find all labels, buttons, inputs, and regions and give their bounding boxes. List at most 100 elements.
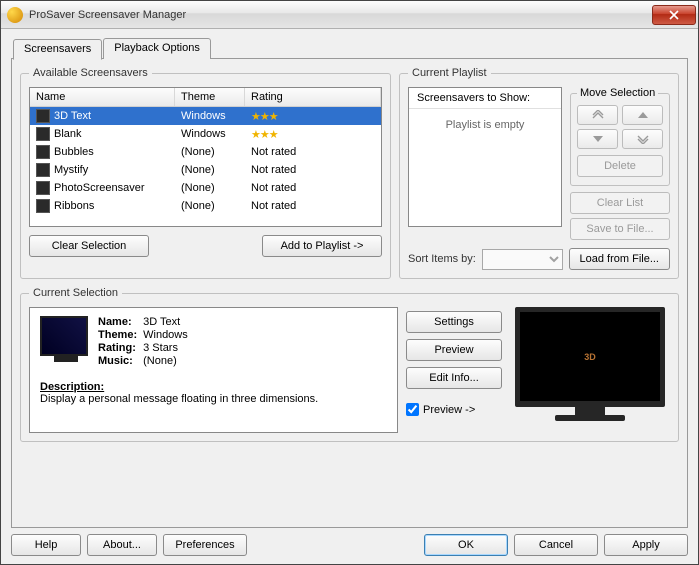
tab-panel-screensavers: Available Screensavers Name Theme Rating…: [11, 58, 688, 528]
titlebar: ProSaver Screensaver Manager: [1, 1, 698, 29]
group-current-playlist: Current Playlist Screensavers to Show: P…: [399, 67, 679, 279]
row-theme: (None): [175, 163, 245, 177]
label-music: Music:: [98, 355, 137, 367]
app-window: ProSaver Screensaver Manager Screensaver…: [0, 0, 699, 565]
label-rating: Rating:: [98, 342, 137, 354]
table-row[interactable]: Ribbons (None)Not rated: [30, 197, 381, 215]
column-theme[interactable]: Theme: [175, 88, 245, 106]
preview-3d-text: 3D: [584, 352, 596, 362]
screensaver-icon: [36, 145, 50, 159]
close-button[interactable]: [652, 5, 696, 25]
label-name: Name:: [98, 316, 137, 328]
monitor-stand: [575, 407, 605, 415]
value-name: 3D Text: [143, 316, 188, 328]
save-to-file-button[interactable]: Save to File...: [570, 218, 670, 240]
settings-button[interactable]: Settings: [406, 311, 502, 333]
group-current-selection: Current Selection Name: 3D Text Theme: W…: [20, 287, 679, 442]
row-rating: ★★★: [245, 127, 381, 142]
app-icon: [7, 7, 23, 23]
table-row[interactable]: Bubbles (None)Not rated: [30, 143, 381, 161]
screensaver-icon: [36, 163, 50, 177]
add-to-playlist-button[interactable]: Add to Playlist ->: [262, 235, 382, 257]
row-rating: ★★★: [245, 109, 381, 124]
row-rating: Not rated: [245, 163, 381, 177]
tab-screensavers[interactable]: Screensavers: [13, 39, 102, 60]
tabstrip: Screensavers Playback Options: [13, 38, 688, 59]
value-rating: 3 Stars: [143, 342, 188, 354]
screensaver-icon: [36, 199, 50, 213]
footer-button-bar: Help About... Preferences OK Cancel Appl…: [11, 528, 688, 556]
arrow-down-icon: [592, 134, 604, 144]
playlist-empty-text: Playlist is empty: [409, 109, 561, 226]
value-description: Display a personal message floating in t…: [40, 393, 387, 405]
legend-current-selection: Current Selection: [29, 287, 122, 299]
table-row[interactable]: 3D TextWindows★★★: [30, 107, 381, 125]
label-description: Description:: [40, 381, 387, 393]
row-theme: Windows: [175, 127, 245, 141]
clear-list-button[interactable]: Clear List: [570, 192, 670, 214]
tab-playback-options[interactable]: Playback Options: [103, 38, 211, 59]
current-selection-box: Name: 3D Text Theme: Windows Rating: 3 S…: [29, 307, 398, 433]
row-theme: (None): [175, 181, 245, 195]
edit-info-button[interactable]: Edit Info...: [406, 367, 502, 389]
preview-button[interactable]: Preview: [406, 339, 502, 361]
row-rating: Not rated: [245, 181, 381, 195]
row-name: 3D Text: [54, 110, 91, 122]
move-top-button[interactable]: [577, 105, 618, 125]
sort-select[interactable]: [482, 249, 563, 270]
group-available-screensavers: Available Screensavers Name Theme Rating…: [20, 67, 391, 279]
move-down-button[interactable]: [577, 129, 618, 149]
row-name: Blank: [54, 128, 82, 140]
preview-checkbox[interactable]: [406, 403, 419, 416]
move-bottom-button[interactable]: [622, 129, 663, 149]
playlist-listbox[interactable]: Screensavers to Show: Playlist is empty: [408, 87, 562, 227]
monitor-base: [555, 415, 625, 421]
row-name: PhotoScreensaver: [54, 182, 145, 194]
arrow-up-icon: [637, 110, 649, 120]
value-theme: Windows: [143, 329, 188, 341]
listview-header: Name Theme Rating: [30, 88, 381, 107]
ok-button[interactable]: OK: [424, 534, 508, 556]
load-from-file-button[interactable]: Load from File...: [569, 248, 670, 270]
move-up-button[interactable]: [622, 105, 663, 125]
row-name: Ribbons: [54, 200, 94, 212]
column-name[interactable]: Name: [30, 88, 175, 106]
close-icon: [669, 10, 679, 20]
group-move-selection: Move Selection Delete: [570, 87, 670, 186]
label-theme: Theme:: [98, 329, 137, 341]
preview-checkbox-label[interactable]: Preview ->: [423, 404, 475, 416]
screensaver-icon: [36, 127, 50, 141]
arrow-top-icon: [592, 110, 604, 120]
row-name: Bubbles: [54, 146, 94, 158]
available-listview[interactable]: Name Theme Rating 3D TextWindows★★★Blank…: [29, 87, 382, 227]
legend-available: Available Screensavers: [29, 67, 152, 79]
row-rating: Not rated: [245, 199, 381, 213]
preferences-button[interactable]: Preferences: [163, 534, 247, 556]
row-theme: (None): [175, 199, 245, 213]
selection-icon: [40, 316, 88, 356]
arrow-bottom-icon: [637, 134, 649, 144]
screensaver-icon: [36, 109, 50, 123]
cancel-button[interactable]: Cancel: [514, 534, 598, 556]
apply-button[interactable]: Apply: [604, 534, 688, 556]
playlist-header: Screensavers to Show:: [409, 88, 561, 109]
about-button[interactable]: About...: [87, 534, 157, 556]
legend-playlist: Current Playlist: [408, 67, 491, 79]
clear-selection-button[interactable]: Clear Selection: [29, 235, 149, 257]
value-music: (None): [143, 355, 188, 367]
legend-move: Move Selection: [577, 87, 658, 99]
row-name: Mystify: [54, 164, 88, 176]
row-rating: Not rated: [245, 145, 381, 159]
preview-monitor: 3D: [510, 307, 670, 433]
client-area: Screensavers Playback Options Available …: [1, 29, 698, 564]
table-row[interactable]: Mystify (None)Not rated: [30, 161, 381, 179]
table-row[interactable]: Blank Windows★★★: [30, 125, 381, 143]
delete-button[interactable]: Delete: [577, 155, 663, 177]
listview-body: 3D TextWindows★★★ Blank Windows★★★ Bubbles (…: [30, 107, 381, 226]
screensaver-icon: [36, 181, 50, 195]
help-button[interactable]: Help: [11, 534, 81, 556]
column-rating[interactable]: Rating: [245, 88, 381, 106]
window-title: ProSaver Screensaver Manager: [29, 9, 652, 21]
row-theme: (None): [175, 145, 245, 159]
table-row[interactable]: PhotoScreensaver (None)Not rated: [30, 179, 381, 197]
